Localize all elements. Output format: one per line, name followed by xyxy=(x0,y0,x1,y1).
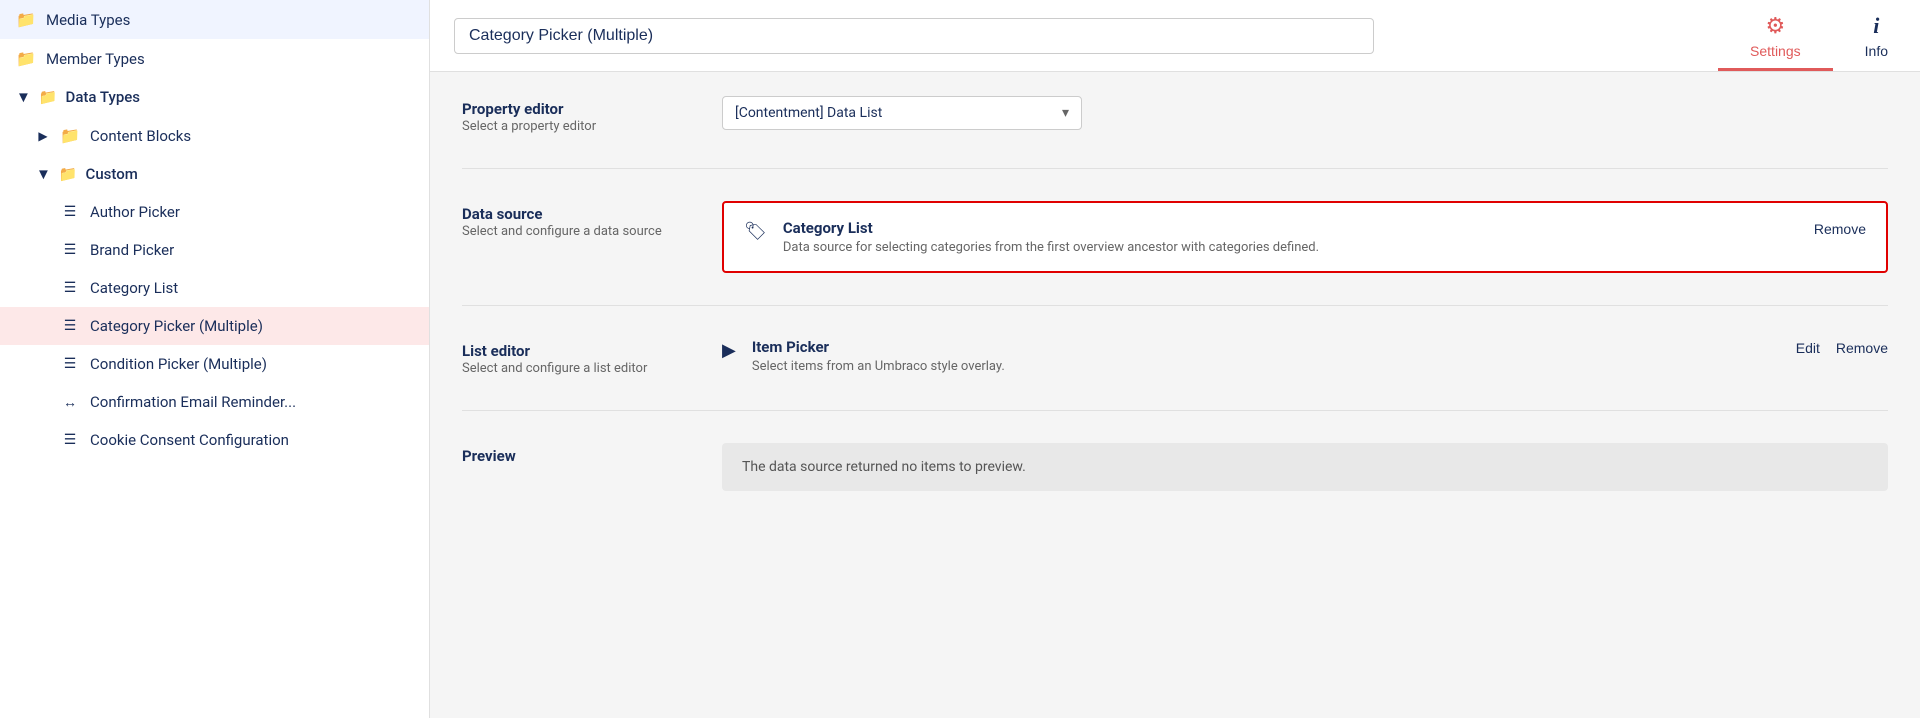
sidebar-item-brand-picker[interactable]: ☰ Brand Picker xyxy=(0,231,429,269)
sidebar: 📁 Media Types 📁 Member Types ▼ 📁 Data Ty… xyxy=(0,0,430,718)
sidebar-item-data-types[interactable]: ▼ 📁 Data Types xyxy=(0,78,429,116)
sidebar-item-category-list[interactable]: ☰ Category List xyxy=(0,269,429,307)
list-editor-actions: Edit Remove xyxy=(1796,338,1888,356)
list-icon: ☰ xyxy=(60,356,80,372)
data-source-sublabel: Select and configure a data source xyxy=(462,224,662,239)
data-source-label: Data source xyxy=(462,205,722,223)
preview-row: Preview The data source returned no item… xyxy=(462,443,1888,491)
list-editor-sublabel: Select and configure a list editor xyxy=(462,361,647,376)
sidebar-item-condition-picker-multiple[interactable]: ☰ Condition Picker (Multiple) xyxy=(0,345,429,383)
list-icon: ☰ xyxy=(60,242,80,258)
folder-icon: 📁 xyxy=(39,88,58,106)
list-editor-row: List editor Select and configure a list … xyxy=(462,338,1888,378)
gear-icon: ⚙ xyxy=(1765,13,1785,39)
folder-icon: 📁 xyxy=(60,126,80,145)
sidebar-item-custom[interactable]: ▼ 📁 Custom xyxy=(0,155,429,193)
list-icon: ☰ xyxy=(60,318,80,334)
sidebar-item-category-picker-multiple[interactable]: ☰ Category Picker (Multiple) xyxy=(0,307,429,345)
list-editor-control: ▶ Item Picker Select items from an Umbra… xyxy=(722,338,1888,374)
data-source-title: Category List xyxy=(783,219,1798,237)
property-editor-select[interactable]: [Contentment] Data List ▾ xyxy=(722,96,1082,130)
info-icon: i xyxy=(1873,13,1879,39)
list-editor-desc: Select items from an Umbraco style overl… xyxy=(752,359,1780,374)
list-editor-edit-button[interactable]: Edit xyxy=(1796,338,1820,356)
sidebar-label-cookie-consent-configuration: Cookie Consent Configuration xyxy=(90,431,289,449)
sidebar-label-author-picker: Author Picker xyxy=(90,203,180,221)
data-source-label-col: Data source Select and configure a data … xyxy=(462,201,722,241)
property-editor-sublabel: Select a property editor xyxy=(462,119,596,134)
sidebar-item-member-types[interactable]: 📁 Member Types xyxy=(0,39,429,78)
sidebar-item-content-blocks[interactable]: ▶ 📁 Content Blocks xyxy=(0,116,429,155)
preview-box: The data source returned no items to pre… xyxy=(722,443,1888,491)
sidebar-label-brand-picker: Brand Picker xyxy=(90,241,174,259)
cursor-icon: ▶ xyxy=(722,340,736,361)
sidebar-item-confirmation-email-reminder[interactable]: ↔ Confirmation Email Reminder... xyxy=(0,383,429,421)
top-bar: ⚙ Settings i Info xyxy=(430,0,1920,72)
chevron-right-icon: ▶ xyxy=(36,129,50,143)
divider-3 xyxy=(462,410,1888,411)
data-source-info: Category List Data source for selecting … xyxy=(783,219,1798,255)
list-editor-info: Item Picker Select items from an Umbraco… xyxy=(752,338,1780,374)
preview-text: The data source returned no items to pre… xyxy=(742,459,1026,475)
divider-1 xyxy=(462,168,1888,169)
tag-icon: 🏷 xyxy=(744,221,767,242)
list-editor-remove-button[interactable]: Remove xyxy=(1836,338,1888,356)
content-area: Property editor Select a property editor… xyxy=(430,72,1920,718)
data-source-box: 🏷 Category List Data source for selectin… xyxy=(722,201,1888,273)
sidebar-label-custom: Custom xyxy=(86,165,138,183)
title-area xyxy=(430,0,1718,71)
sidebar-label-content-blocks: Content Blocks xyxy=(90,127,191,145)
sidebar-label-data-types: Data Types xyxy=(66,88,140,106)
data-source-desc: Data source for selecting categories fro… xyxy=(783,240,1798,255)
preview-label: Preview xyxy=(462,447,722,465)
chevron-down-icon: ▾ xyxy=(1062,105,1069,121)
arrow-horizontal-icon: ↔ xyxy=(60,394,80,411)
data-source-row: Data source Select and configure a data … xyxy=(462,201,1888,273)
sidebar-label-confirmation-email-reminder: Confirmation Email Reminder... xyxy=(90,393,296,411)
chevron-down-icon: ▼ xyxy=(16,88,31,106)
page-title-input[interactable] xyxy=(454,18,1374,54)
sidebar-item-media-types[interactable]: 📁 Media Types xyxy=(0,0,429,39)
preview-control: The data source returned no items to pre… xyxy=(722,443,1888,491)
property-editor-control: [Contentment] Data List ▾ xyxy=(722,96,1888,130)
property-editor-row: Property editor Select a property editor… xyxy=(462,96,1888,136)
list-icon: ☰ xyxy=(60,432,80,448)
sidebar-label-category-list: Category List xyxy=(90,279,178,297)
sidebar-item-cookie-consent-configuration[interactable]: ☰ Cookie Consent Configuration xyxy=(0,421,429,459)
list-editor-title: Item Picker xyxy=(752,338,1780,356)
divider-2 xyxy=(462,305,1888,306)
sidebar-label-media-types: Media Types xyxy=(46,11,130,29)
sidebar-label-condition-picker-multiple: Condition Picker (Multiple) xyxy=(90,355,267,373)
tab-info-label: Info xyxy=(1865,43,1888,59)
folder-icon: 📁 xyxy=(16,10,36,29)
property-editor-label-col: Property editor Select a property editor xyxy=(462,96,722,136)
sidebar-item-author-picker[interactable]: ☰ Author Picker xyxy=(0,193,429,231)
list-icon: ☰ xyxy=(60,280,80,296)
tab-area: ⚙ Settings i Info xyxy=(1718,0,1920,71)
tab-settings[interactable]: ⚙ Settings xyxy=(1718,0,1833,71)
property-editor-value: [Contentment] Data List xyxy=(735,105,882,121)
folder-icon: 📁 xyxy=(16,49,36,68)
list-editor-label-col: List editor Select and configure a list … xyxy=(462,338,722,378)
preview-label-col: Preview xyxy=(462,443,722,465)
list-icon: ☰ xyxy=(60,204,80,220)
folder-icon: 📁 xyxy=(59,165,78,183)
tab-settings-label: Settings xyxy=(1750,43,1801,59)
list-editor-box: ▶ Item Picker Select items from an Umbra… xyxy=(722,338,1888,374)
sidebar-label-category-picker-multiple: Category Picker (Multiple) xyxy=(90,317,263,335)
main-area: ⚙ Settings i Info Property editor Select… xyxy=(430,0,1920,718)
data-source-control: 🏷 Category List Data source for selectin… xyxy=(722,201,1888,273)
tab-info[interactable]: i Info xyxy=(1833,0,1920,71)
list-editor-label: List editor xyxy=(462,342,722,360)
chevron-down-icon: ▼ xyxy=(36,165,51,183)
sidebar-label-member-types: Member Types xyxy=(46,50,145,68)
data-source-remove-button[interactable]: Remove xyxy=(1814,219,1866,237)
property-editor-label: Property editor xyxy=(462,100,722,118)
